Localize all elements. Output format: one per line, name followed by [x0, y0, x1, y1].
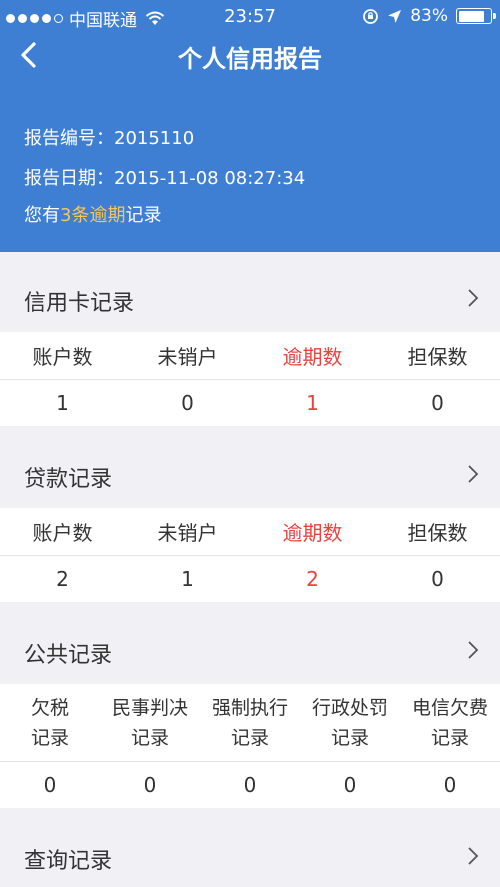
- loan-table: 账户数 未销户 逾期数 担保数 2 1 2 0: [0, 508, 500, 602]
- table-cell: 1: [56, 391, 69, 415]
- report-date-value: 2015-11-08 08:27:34: [114, 168, 306, 189]
- table-cell: 1: [306, 391, 319, 415]
- location-arrow-icon: [388, 9, 402, 23]
- public-table: 欠税记录 民事判决记录 强制执行记录 行政处罚记录 电信欠费记录 0 0 0 0…: [0, 684, 500, 808]
- table-cell: 0: [343, 773, 357, 797]
- chevron-right-icon: [468, 465, 479, 483]
- battery-level: [458, 10, 485, 22]
- header-line: 记录: [30, 726, 69, 749]
- table-header-row: 账户数 未销户 逾期数 担保数: [0, 332, 500, 380]
- table-header-cell: 账户数: [32, 521, 93, 545]
- table-cell: 1: [181, 567, 194, 591]
- status-bar: 中国联通 23:57 83%: [0, 0, 500, 33]
- table-cell: 2: [56, 567, 69, 591]
- loan-section-header[interactable]: 贷款记录: [0, 428, 500, 508]
- table-header-cell: 逾期数: [282, 521, 343, 545]
- table-cell: 0: [43, 773, 57, 797]
- table-row: 0 0 0 0 0: [0, 762, 500, 808]
- loan-section-title: 贷款记录: [24, 467, 113, 492]
- credit-card-section-header[interactable]: 信用卡记录: [0, 252, 500, 332]
- overdue-suffix: 记录: [125, 205, 162, 226]
- overdue-summary: 您有3条逾期记录: [24, 201, 161, 227]
- overdue-count: 3条逾期: [60, 205, 126, 226]
- header-line: 行政处罚: [311, 696, 388, 719]
- table-cell: 0: [143, 773, 157, 797]
- nav-bar: 个人信用报告: [0, 33, 500, 77]
- report-date-row: 报告日期：2015-11-08 08:27:34: [24, 164, 305, 190]
- query-section-header[interactable]: 查询记录: [0, 810, 500, 887]
- report-number-label: 报告编号：: [24, 128, 114, 149]
- page-title: 个人信用报告: [178, 45, 322, 73]
- query-section-title: 查询记录: [24, 849, 113, 874]
- header-line: 强制执行: [211, 696, 288, 719]
- table-header-cell: 行政处罚 记录: [300, 693, 400, 753]
- credit-card-section-title: 信用卡记录: [24, 291, 135, 316]
- report-number-row: 报告编号：2015110: [24, 124, 194, 150]
- table-header-cell: 民事判决 记录: [100, 693, 200, 753]
- table-header-cell: 担保数: [407, 521, 468, 545]
- table-header-cell: 欠税 记录: [0, 693, 100, 753]
- header-line: 记录: [230, 726, 269, 749]
- table-row: 2 1 2 0: [0, 556, 500, 602]
- battery-icon: [456, 8, 496, 24]
- header-line: 记录: [130, 726, 169, 749]
- table-row: 1 0 1 0: [0, 380, 500, 426]
- public-section-title: 公共记录: [24, 643, 113, 668]
- overdue-prefix: 您有: [24, 205, 60, 226]
- table-header-row: 欠税记录 民事判决记录 强制执行记录 行政处罚记录 电信欠费记录: [0, 684, 500, 762]
- table-header-cell: 强制执行 记录: [200, 693, 300, 753]
- header-line: 记录: [330, 726, 369, 749]
- table-cell: 0: [443, 773, 457, 797]
- report-date-label: 报告日期：: [24, 168, 114, 189]
- table-header-cell: 逾期数: [282, 345, 343, 369]
- chevron-right-icon: [468, 641, 479, 659]
- report-header: 中国联通 23:57 83% 个人信用报告 报告编号：2015110 报告日期：…: [0, 0, 500, 252]
- battery-percent: 83%: [410, 6, 448, 26]
- report-number-value: 2015110: [114, 128, 195, 149]
- rotation-lock-icon: [363, 8, 379, 24]
- header-line: 民事判决: [111, 696, 188, 719]
- table-header-row: 账户数 未销户 逾期数 担保数: [0, 508, 500, 556]
- chevron-right-icon: [468, 289, 479, 307]
- credit-card-table: 账户数 未销户 逾期数 担保数 1 0 1 0: [0, 332, 500, 426]
- table-header-cell: 未销户: [157, 521, 218, 545]
- table-cell: 0: [431, 391, 444, 415]
- header-line: 欠税: [30, 696, 69, 719]
- public-section-header[interactable]: 公共记录: [0, 604, 500, 684]
- table-cell: 2: [306, 567, 319, 591]
- header-line: 记录: [430, 726, 469, 749]
- table-header-cell: 未销户: [157, 345, 218, 369]
- chevron-right-icon: [468, 847, 479, 865]
- header-line: 电信欠费: [411, 696, 488, 719]
- table-cell: 0: [431, 567, 444, 591]
- table-cell: 0: [243, 773, 257, 797]
- table-cell: 0: [181, 391, 194, 415]
- table-header-cell: 电信欠费 记录: [400, 693, 500, 753]
- table-header-cell: 担保数: [407, 345, 468, 369]
- table-header-cell: 账户数: [32, 345, 93, 369]
